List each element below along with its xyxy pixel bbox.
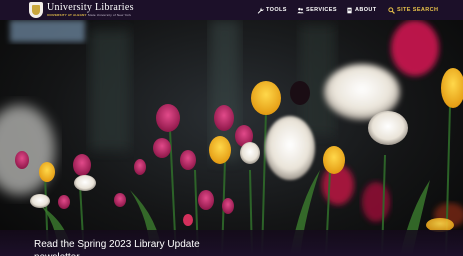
university-libraries-logo[interactable]: University Libraries UNIVERSITY AT ALBAN… — [29, 2, 134, 18]
brand-title: University Libraries — [47, 2, 134, 13]
nav-search-label: SITE SEARCH — [397, 7, 439, 13]
nav-services-label: SERVICES — [306, 7, 337, 13]
hero-caption-bar: Read the Spring 2023 Library Update news… — [0, 230, 463, 256]
site-header: University Libraries UNIVERSITY AT ALBAN… — [0, 0, 463, 20]
wrench-icon — [257, 7, 264, 14]
university-seal-icon — [29, 2, 43, 18]
nav-about-label: ABOUT — [355, 7, 377, 13]
users-icon — [297, 7, 304, 13]
brand-subtitle: UNIVERSITY AT ALBANY State University of… — [47, 14, 134, 17]
brand-block: University Libraries UNIVERSITY AT ALBAN… — [47, 3, 134, 17]
brand-subtitle-primary: UNIVERSITY AT ALBANY — [47, 13, 87, 17]
nav-about[interactable]: ABOUT — [346, 0, 377, 20]
nav-services[interactable]: SERVICES — [297, 0, 337, 20]
document-icon — [347, 7, 352, 13]
nav-site-search[interactable]: SITE SEARCH — [388, 0, 438, 20]
tulip-garden-photo — [0, 20, 463, 256]
search-icon — [388, 6, 395, 14]
hero-image — [0, 20, 463, 256]
nav-tools-label: TOOLS — [266, 7, 287, 13]
brand-subtitle-secondary: State University of New York — [87, 13, 132, 17]
nav-tools[interactable]: TOOLS — [257, 0, 287, 20]
newsletter-link[interactable]: Read the Spring 2023 Library Update news… — [34, 238, 234, 256]
